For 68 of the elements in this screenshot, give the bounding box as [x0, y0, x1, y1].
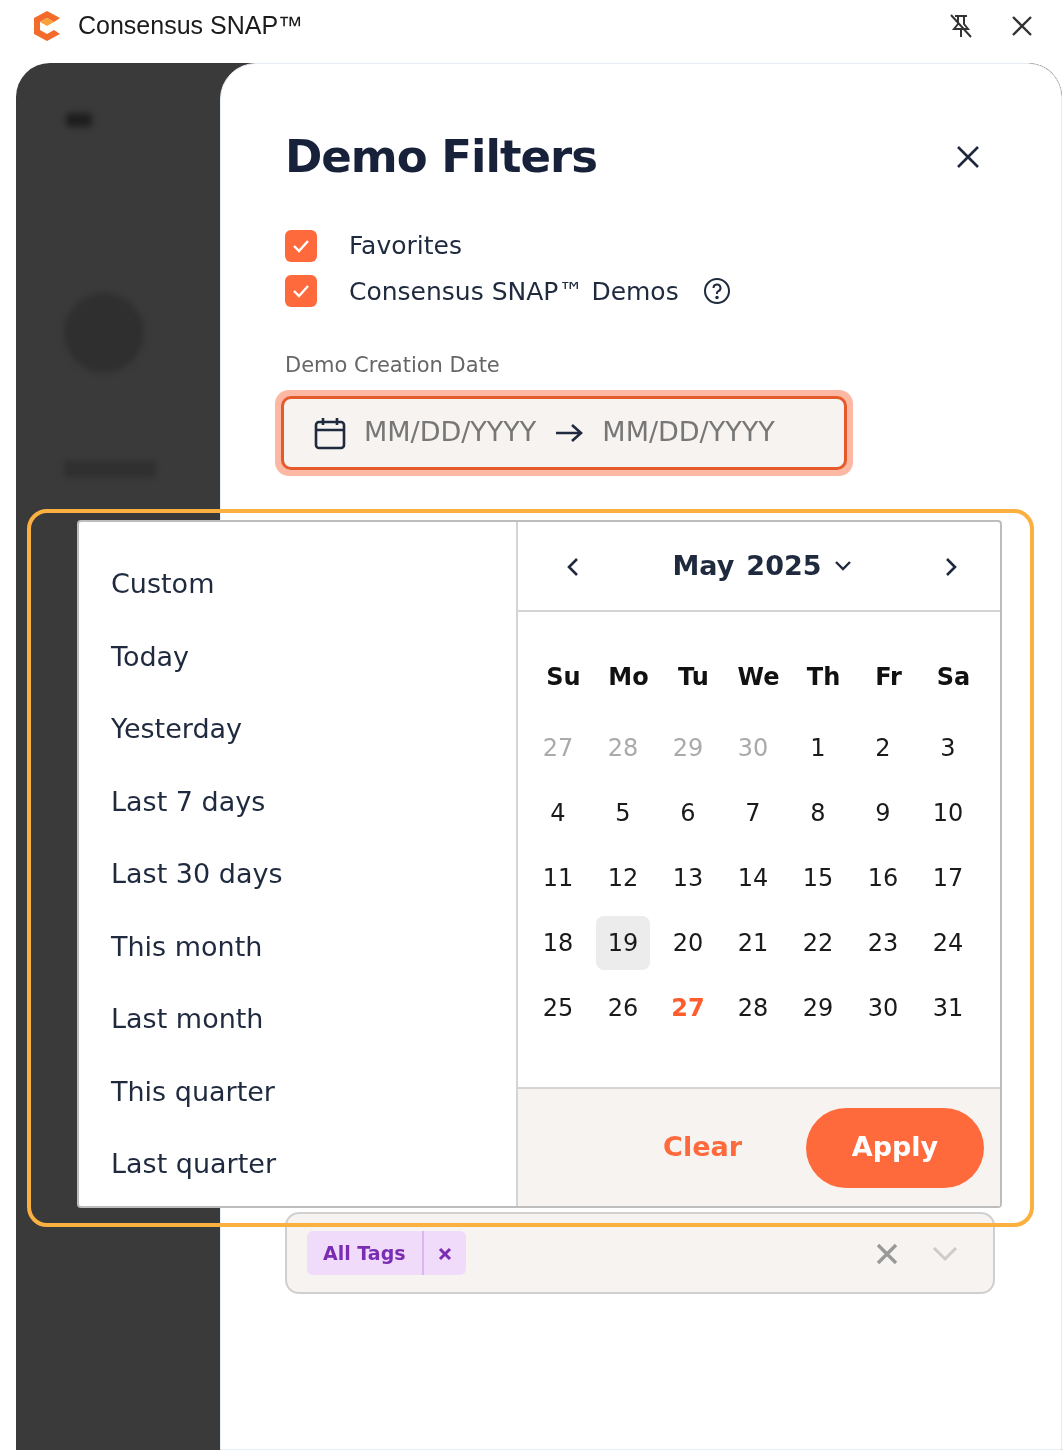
tag-chip: All Tags	[307, 1231, 466, 1275]
start-date-placeholder: MM/DD/YYYY	[364, 415, 537, 450]
calendar-day[interactable]: 1	[791, 720, 845, 775]
calendar-day[interactable]: 9	[856, 785, 910, 840]
weekday-header: Su	[545, 662, 582, 693]
app-title: Consensus SNAP™	[78, 10, 304, 42]
checkbox-label: Favorites	[349, 230, 462, 262]
calendar-day[interactable]: 26	[596, 980, 650, 1035]
calendar-day[interactable]: 21	[726, 915, 780, 970]
preset-option[interactable]: This month	[111, 910, 263, 983]
preset-option[interactable]: Last quarter	[111, 1128, 277, 1201]
month-year-selector[interactable]: May 2025	[666, 544, 858, 588]
checkmark-icon	[292, 284, 310, 299]
preset-option[interactable]: Last 30 days	[111, 838, 283, 911]
calendar-day[interactable]: 19	[596, 915, 650, 970]
calendar-day[interactable]: 5	[596, 785, 650, 840]
chevron-left-icon	[566, 555, 580, 578]
calendar-day[interactable]: 25	[531, 980, 585, 1035]
calendar-day[interactable]: 4	[531, 785, 585, 840]
checkbox[interactable]	[285, 275, 317, 308]
calendar-icon	[314, 415, 346, 450]
preset-option[interactable]: This quarter	[111, 1055, 275, 1128]
calendar-day[interactable]: 10	[921, 785, 975, 840]
checkbox-label: Consensus SNAP™ Demos	[349, 275, 679, 308]
date-range-field[interactable]: MM/DD/YYYY MM/DD/YYYY	[281, 395, 847, 470]
end-date-placeholder: MM/DD/YYYY	[602, 415, 775, 450]
preset-option[interactable]: Custom	[111, 548, 215, 621]
tags-field[interactable]: All Tags	[285, 1212, 995, 1294]
panel-title: Demo Filters	[285, 134, 597, 179]
weekday-header: Sa	[935, 662, 972, 693]
preset-option[interactable]: Last month	[111, 983, 264, 1056]
weekday-header: Tu	[677, 662, 710, 693]
calendar-day[interactable]: 15	[791, 850, 845, 905]
weekday-header: We	[736, 662, 781, 693]
calendar-day[interactable]: 28	[726, 980, 780, 1035]
calendar-day[interactable]: 6	[661, 785, 715, 840]
calendar-day[interactable]: 20	[661, 915, 715, 970]
preset-option[interactable]: Yesterday	[111, 693, 243, 766]
calendar-day[interactable]: 11	[531, 850, 585, 905]
calendar-day[interactable]: 30	[856, 980, 910, 1035]
field-label: Demo Creation Date	[285, 352, 501, 379]
checkmark-icon	[292, 238, 310, 253]
calendar-day[interactable]: 23	[856, 915, 910, 970]
calendar-day[interactable]: 29	[791, 980, 845, 1035]
logo-icon	[32, 10, 62, 42]
calendar-day[interactable]: 31	[921, 980, 975, 1035]
chevron-down-icon	[833, 560, 852, 572]
calendar-day[interactable]: 24	[921, 915, 975, 970]
calendar-day[interactable]: 14	[726, 850, 780, 905]
chevron-right-icon	[944, 555, 958, 578]
calendar-day[interactable]: 7	[726, 785, 780, 840]
help-icon[interactable]	[702, 277, 731, 306]
calendar-day[interactable]: 12	[596, 850, 650, 905]
calendar-day[interactable]: 17	[921, 850, 975, 905]
weekday-header: Th	[805, 662, 842, 693]
weekday-header: Fr	[874, 662, 903, 693]
checkbox[interactable]	[285, 229, 317, 262]
calendar-day[interactable]: 13	[661, 850, 715, 905]
calendar-day[interactable]: 18	[531, 915, 585, 970]
arrow-icon	[554, 421, 585, 444]
calendar-day[interactable]: 8	[791, 785, 845, 840]
calendar-day[interactable]: 2	[856, 720, 910, 775]
preset-option[interactable]: Today	[111, 620, 190, 693]
calendar-day[interactable]: 22	[791, 915, 845, 970]
calendar-day[interactable]: 16	[856, 850, 910, 905]
calendar-day[interactable]: 3	[921, 720, 975, 775]
weekday-header: Mo	[607, 662, 650, 693]
preset-option[interactable]: Last 7 days	[111, 765, 266, 838]
